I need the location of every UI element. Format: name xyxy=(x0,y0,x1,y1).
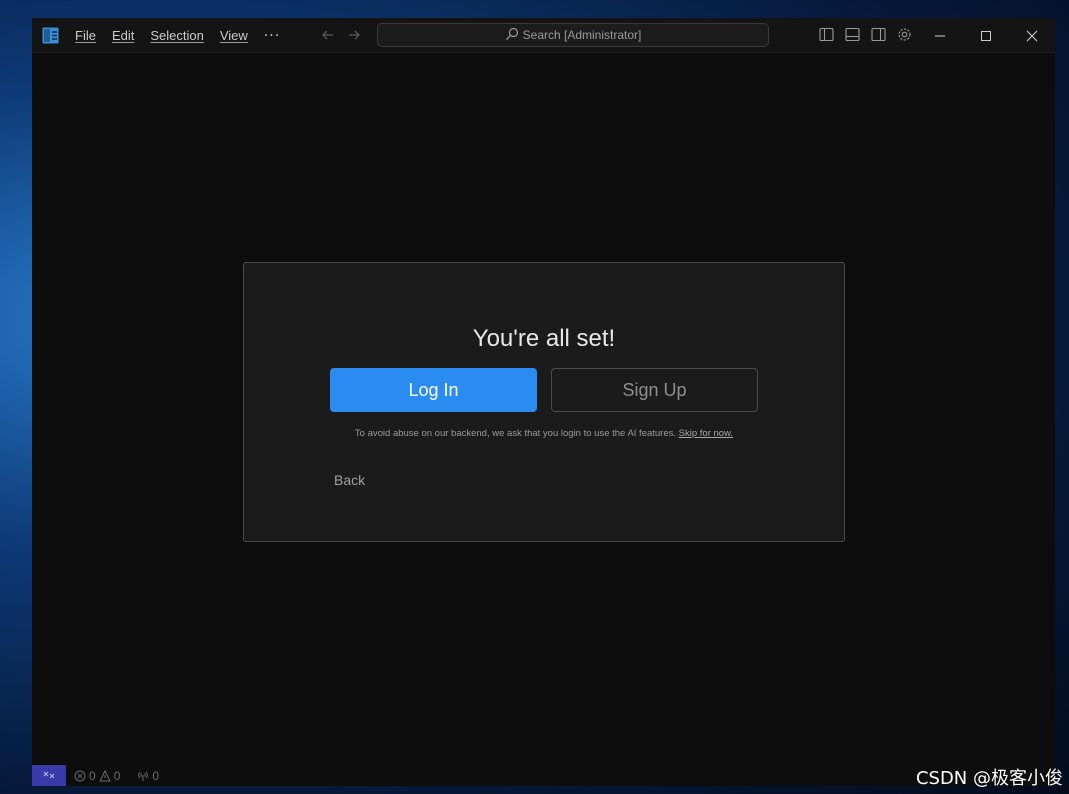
arrow-right-icon[interactable] xyxy=(346,27,362,43)
remote-icon xyxy=(43,766,55,785)
title-bar: File Edit Selection View ··· Search [Adm… xyxy=(32,18,1055,53)
csdn-watermark: CSDN @极客小俊 xyxy=(915,768,1063,789)
skip-for-now-link[interactable]: Skip for now. xyxy=(679,428,733,439)
back-button[interactable]: Back xyxy=(334,472,365,488)
toggle-panel-icon[interactable] xyxy=(844,26,861,43)
navigation-buttons xyxy=(320,27,362,43)
menu-selection[interactable]: Selection xyxy=(150,28,203,43)
layout-controls xyxy=(818,26,913,43)
warning-count: 0 xyxy=(113,768,121,783)
close-icon[interactable] xyxy=(1009,18,1055,53)
ports-count: 0 xyxy=(152,768,160,783)
log-in-button[interactable]: Log In xyxy=(330,368,537,412)
problems-indicator[interactable]: 0 0 0 xyxy=(74,765,159,786)
ports-icon xyxy=(137,770,149,782)
menu-edit[interactable]: Edit xyxy=(112,28,134,43)
toggle-secondary-sidebar-icon[interactable] xyxy=(870,26,887,43)
gear-icon[interactable] xyxy=(896,26,913,43)
remote-button[interactable] xyxy=(32,765,66,786)
menu-bar: File Edit Selection View ··· xyxy=(75,18,280,53)
status-bar: 0 0 0 xyxy=(32,765,1055,786)
error-icon xyxy=(74,770,86,782)
dialog-title: You're all set! xyxy=(472,325,616,352)
app-logo-icon xyxy=(42,27,59,44)
command-center-search[interactable]: Search [Administrator] xyxy=(377,23,769,47)
toggle-primary-sidebar-icon[interactable] xyxy=(818,26,835,43)
app-window: File Edit Selection View ··· Search [Adm… xyxy=(32,18,1055,786)
login-notice: To avoid abuse on our backend, we ask th… xyxy=(244,428,844,439)
warning-icon xyxy=(98,769,111,782)
arrow-left-icon[interactable] xyxy=(320,27,336,43)
menu-view[interactable]: View xyxy=(220,28,248,43)
search-icon xyxy=(505,27,519,44)
menu-file[interactable]: File xyxy=(75,28,96,43)
sign-up-button[interactable]: Sign Up xyxy=(551,368,758,412)
onboarding-dialog: You're all set! Log In Sign Up To avoid … xyxy=(243,262,845,542)
notice-text: To avoid abuse on our backend, we ask th… xyxy=(354,428,677,439)
maximize-icon[interactable] xyxy=(963,18,1009,53)
minimize-icon[interactable] xyxy=(917,18,963,53)
window-controls xyxy=(917,18,1055,53)
error-count: 0 xyxy=(89,768,96,783)
more-menu-button[interactable]: ··· xyxy=(264,28,280,44)
search-label: Search [Administrator] xyxy=(522,28,642,42)
